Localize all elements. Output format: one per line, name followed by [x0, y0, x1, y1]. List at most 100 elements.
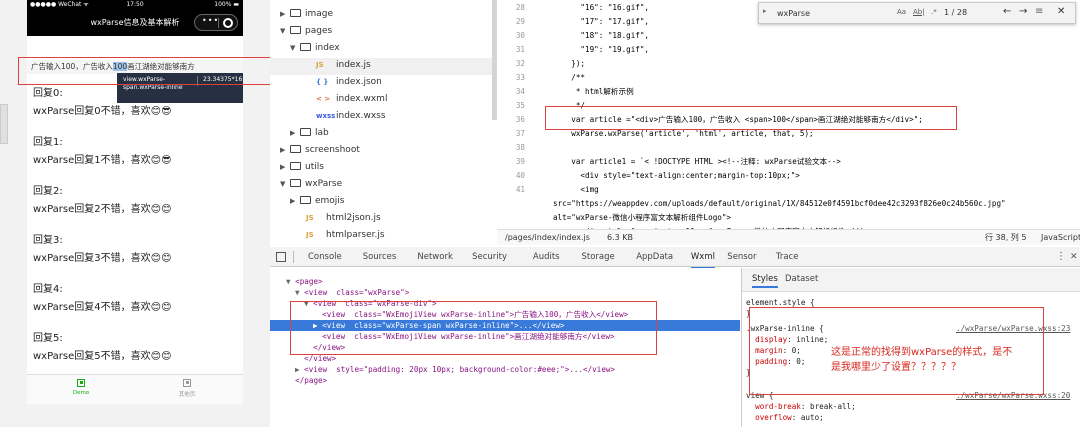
- more-options-icon[interactable]: ⋮: [1056, 247, 1066, 267]
- chevron-down-icon[interactable]: ▼: [290, 40, 300, 57]
- regex-toggle[interactable]: .*: [931, 8, 937, 16]
- chevron-down-icon[interactable]: ▼: [286, 277, 295, 286]
- reply-label: 回复4:: [33, 284, 63, 295]
- chevron-right-icon[interactable]: ▶: [290, 125, 300, 142]
- chevron-right-icon[interactable]: ▶: [290, 193, 300, 210]
- tree-item[interactable]: ▶ screenshoot: [280, 142, 360, 159]
- tab-security[interactable]: Security: [472, 247, 507, 267]
- chevron-right-icon[interactable]: ▶: [295, 365, 304, 374]
- tab-demo[interactable]: Demo: [51, 379, 111, 396]
- wxml-node[interactable]: ▼ <page>: [270, 276, 740, 287]
- tab-sources[interactable]: Sources: [363, 247, 397, 267]
- css-selector: element.style {: [746, 298, 815, 307]
- find-input[interactable]: wxParse: [773, 6, 901, 21]
- match-count: 1 / 28: [944, 8, 968, 17]
- tab-console[interactable]: Console: [308, 247, 342, 267]
- tree-item[interactable]: ▼ index: [290, 40, 340, 57]
- chevron-right-icon[interactable]: ▶: [280, 142, 290, 159]
- tab-trace[interactable]: Trace: [776, 247, 799, 267]
- code-line: 30 "18": "18.gif",: [497, 29, 649, 43]
- tree-item[interactable]: ▶ emojis: [290, 193, 345, 210]
- tab-dataset[interactable]: Dataset: [785, 274, 818, 284]
- tree-item[interactable]: JS htmlparser.js: [306, 227, 385, 244]
- tab-network[interactable]: Network: [417, 247, 453, 267]
- demo-tab-icon: [77, 379, 85, 387]
- chevron-right-icon[interactable]: ▶: [280, 159, 290, 176]
- find-in-selection-icon[interactable]: ≡: [1035, 6, 1043, 17]
- wxml-node[interactable]: </page>: [270, 375, 740, 386]
- panel-resize-handle[interactable]: [0, 104, 8, 144]
- tab-sensor[interactable]: Sensor: [727, 247, 756, 267]
- code-line: 40 <div style="text-align:center;margin-…: [497, 169, 800, 183]
- next-match-icon[interactable]: →: [1019, 6, 1027, 17]
- code-line: 34 * html解析示例: [497, 85, 634, 99]
- wxml-node[interactable]: ▼ <view class="wxParse">: [270, 287, 740, 298]
- tree-item[interactable]: wxssindex.wxss: [316, 108, 386, 125]
- line-number: 37: [515, 129, 525, 138]
- tree-item-label: screenshoot: [305, 145, 360, 155]
- tree-item-label: index.wxss: [336, 111, 386, 121]
- tree-item-label: index.json: [336, 77, 382, 87]
- tree-item-label: emojis: [315, 196, 345, 206]
- wxml-node-markup: <page>: [295, 277, 323, 286]
- tree-selection-highlight: [270, 58, 495, 75]
- previous-match-icon[interactable]: ←: [1003, 6, 1011, 17]
- line-code: "18": "18.gif",: [553, 31, 650, 40]
- wxml-node[interactable]: ▶ <view style="padding: 20px 10px; backg…: [270, 364, 740, 375]
- tab-storage[interactable]: Storage: [582, 247, 615, 267]
- menu-capsule[interactable]: •••: [194, 14, 238, 31]
- tab-other[interactable]: 其他页: [157, 379, 217, 398]
- wxml-node-markup: </page>: [295, 376, 328, 385]
- language-mode[interactable]: JavaScript: [1041, 230, 1080, 246]
- close-mini-program-icon[interactable]: [223, 18, 233, 28]
- tree-item-label: index.js: [336, 60, 371, 70]
- find-widget: ▸ wxParse Aa Ab| .* 1 / 28 ← → ≡ ✕: [758, 2, 1076, 24]
- match-word-toggle[interactable]: Ab|: [913, 8, 925, 16]
- tree-item[interactable]: JS html2json.js: [306, 210, 381, 227]
- tab-audits[interactable]: Audits: [533, 247, 560, 267]
- code-line: 28 "16": "16.gif",: [497, 1, 649, 15]
- line-number: 34: [515, 87, 525, 96]
- tree-item[interactable]: ▼ pages: [280, 23, 332, 40]
- reply-label: 回复0:: [33, 88, 63, 99]
- line-number: 40: [515, 171, 525, 180]
- tab-appdata[interactable]: AppData: [636, 247, 673, 267]
- folder-icon: [300, 196, 311, 204]
- chevron-down-icon[interactable]: ▼: [295, 288, 304, 297]
- line-code: var article1 = `< !DOCTYPE HTML ><!--注释:…: [553, 157, 841, 166]
- tree-item[interactable]: ▶ lab: [290, 125, 329, 142]
- editor-scrollbar[interactable]: [492, 0, 497, 120]
- wxss-file-icon: wxss: [316, 112, 336, 120]
- reply-label: 回复5:: [33, 333, 63, 344]
- inspect-element-icon[interactable]: [276, 252, 286, 262]
- line-code: wxParse.wxParse('article', 'html', artic…: [553, 129, 814, 138]
- tree-item-label: index: [315, 43, 340, 53]
- line-code: alt="wxParse-微信小程序富文本解析组件Logo">: [553, 213, 731, 222]
- chevron-down-icon[interactable]: ▼: [280, 176, 290, 193]
- tree-item-label: htmlparser.js: [326, 230, 385, 240]
- match-case-toggle[interactable]: Aa: [897, 8, 906, 16]
- tree-item[interactable]: JS index.js: [316, 57, 371, 74]
- line-number: 30: [515, 31, 525, 40]
- chevron-right-icon[interactable]: ▶: [280, 6, 290, 23]
- line-number: 36: [515, 115, 525, 124]
- style-rule-line: overflow: auto;: [746, 412, 824, 423]
- more-icon[interactable]: •••: [202, 16, 219, 25]
- tree-item[interactable]: ▼ wxParse: [280, 176, 342, 193]
- close-devtools-icon[interactable]: ✕: [1070, 247, 1078, 267]
- tree-item[interactable]: ▶ utils: [280, 159, 324, 176]
- tree-item[interactable]: ▶ image: [280, 6, 333, 23]
- chevron-down-icon[interactable]: ▼: [280, 23, 290, 40]
- tab-styles[interactable]: Styles: [752, 274, 778, 288]
- reply-text: wxParse回复0不错，喜欢😊😎: [33, 106, 172, 117]
- cursor-position[interactable]: 行 38, 列 5: [985, 230, 1026, 246]
- tree-item[interactable]: < > index.wxml: [316, 91, 387, 108]
- tree-item[interactable]: { } index.json: [316, 74, 382, 91]
- tab-wxml[interactable]: Wxml: [690, 247, 715, 269]
- folder-icon: [290, 162, 301, 170]
- expand-replace-icon[interactable]: ▸: [763, 7, 767, 15]
- tree-item-label: html2json.js: [326, 213, 381, 223]
- close-icon[interactable]: ✕: [1057, 6, 1065, 17]
- line-code: <div style="text-align:center;margin-top…: [553, 171, 800, 180]
- line-number: 35: [515, 101, 525, 110]
